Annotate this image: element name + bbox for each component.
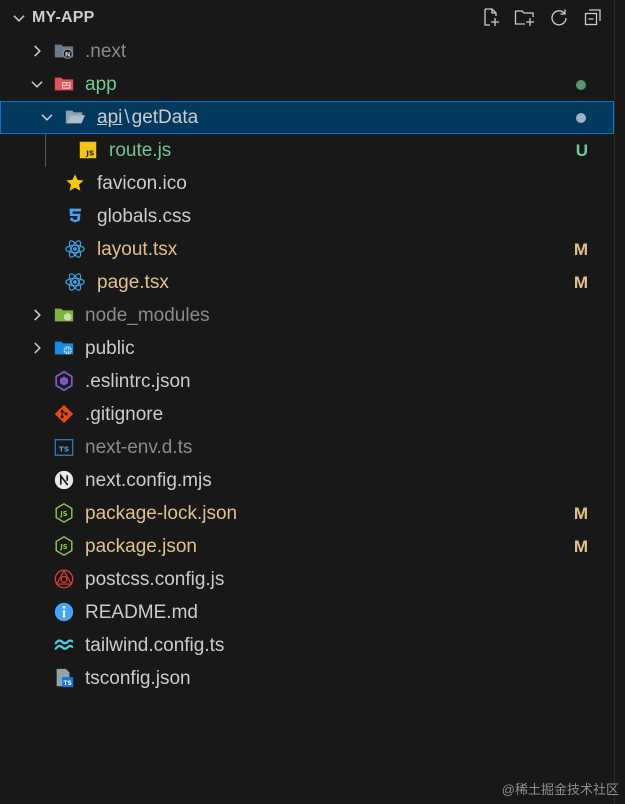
tree-item-label: globals.css — [97, 206, 191, 227]
tree-item-app-folder[interactable]: app — [0, 68, 614, 101]
react-icon — [65, 273, 85, 291]
git-badge-modified: M — [573, 240, 588, 259]
git-badge-modified: M — [573, 273, 588, 292]
git-icon — [54, 404, 74, 424]
svg-text:JS: JS — [85, 149, 94, 158]
react-icon — [65, 240, 85, 258]
js-icon: JS — [79, 141, 97, 159]
typescript-def-icon: TS — [54, 439, 74, 456]
git-status-dot — [576, 80, 586, 90]
tree-item-label: package.json — [85, 536, 197, 557]
refresh-icon[interactable] — [548, 6, 570, 28]
css-icon — [69, 208, 82, 223]
panel-border — [614, 0, 615, 804]
git-badge-modified: M — [573, 537, 588, 556]
svg-text:TS: TS — [59, 445, 69, 454]
tsconfig-icon: TS — [56, 668, 74, 688]
svg-text:N: N — [65, 51, 70, 59]
postcss-icon — [54, 569, 74, 589]
chevron-down-icon[interactable] — [28, 75, 46, 93]
path-segment-getdata[interactable]: getData — [132, 107, 199, 128]
git-status-dot — [576, 113, 586, 123]
new-file-icon[interactable] — [480, 6, 502, 28]
tree-item-label: .next — [85, 41, 127, 62]
tree-item-label: README.md — [85, 602, 198, 623]
workspace-title: MY-APP — [32, 9, 95, 26]
tree-item-label: favicon.ico — [97, 173, 187, 194]
tree-item-label: app — [85, 74, 117, 95]
tree-item-postcss-config[interactable]: postcss.config.js — [0, 563, 614, 596]
tree-item-label: page.tsx — [97, 272, 169, 293]
public-folder-icon — [54, 341, 74, 355]
tree-item-label: .gitignore — [85, 404, 164, 425]
tree-item-tailwind-config[interactable]: tailwind.config.ts — [0, 629, 614, 662]
tree-item-label: public — [85, 338, 135, 359]
tree-item-readme[interactable]: README.md — [0, 596, 614, 629]
tree-item-public-folder[interactable]: public — [0, 332, 614, 365]
svg-text:TS: TS — [64, 680, 72, 687]
explorer-actions — [480, 6, 604, 28]
nodejs-icon: JS — [55, 502, 73, 524]
chevron-down-icon[interactable] — [10, 9, 28, 27]
svg-text:JS: JS — [59, 510, 68, 518]
chevron-right-icon[interactable] — [28, 339, 46, 357]
tree-item-next-folder[interactable]: N .next — [0, 35, 614, 68]
folder-open-icon — [65, 110, 86, 124]
path-segment-api[interactable]: api — [97, 107, 122, 128]
tree-item-label: tsconfig.json — [85, 668, 191, 689]
tree-item-eslintrc[interactable]: .eslintrc.json — [0, 365, 614, 398]
path-separator: \ — [124, 107, 130, 128]
tree-item-label: next-env.d.ts — [85, 437, 193, 458]
tree-item-node-modules-folder[interactable]: node_modules — [0, 299, 614, 332]
app-folder-icon — [54, 77, 74, 91]
info-icon — [54, 602, 74, 622]
svg-text:JS: JS — [59, 543, 68, 551]
tree-item-api-getdata-folder[interactable]: api \ getData — [0, 101, 614, 134]
eslint-icon — [55, 370, 73, 392]
tree-item-route-js[interactable]: JS route.js U — [0, 134, 614, 167]
tree-item-label: node_modules — [85, 305, 210, 326]
git-badge-modified: M — [573, 504, 588, 523]
tree-item-gitignore[interactable]: .gitignore — [0, 398, 614, 431]
git-badge-untracked: U — [575, 141, 588, 160]
nodejs-icon: JS — [55, 535, 73, 557]
collapse-all-icon[interactable] — [582, 6, 604, 28]
tree-item-label: postcss.config.js — [85, 569, 225, 590]
chevron-down-icon[interactable] — [38, 108, 56, 126]
new-folder-icon[interactable] — [514, 6, 536, 28]
star-icon — [66, 174, 84, 191]
tree-item-next-config[interactable]: next.config.mjs — [0, 464, 614, 497]
tree-item-next-env-dts[interactable]: TS next-env.d.ts — [0, 431, 614, 464]
tailwind-icon — [54, 639, 74, 650]
tree-item-favicon[interactable]: favicon.ico — [0, 167, 614, 200]
tree-item-label: route.js — [109, 140, 172, 161]
tree-item-layout-tsx[interactable]: layout.tsx M — [0, 233, 614, 266]
tree-item-label: .eslintrc.json — [85, 371, 191, 392]
file-explorer: MY-APP N .next app api \ getData JS rout… — [0, 0, 614, 804]
tree-item-globals-css[interactable]: globals.css — [0, 200, 614, 233]
tree-item-tsconfig[interactable]: TS tsconfig.json — [0, 662, 614, 695]
chevron-right-icon[interactable] — [28, 306, 46, 324]
tree-item-label: package-lock.json — [85, 503, 238, 524]
watermark-text: @稀土掘金技术社区 — [501, 782, 619, 797]
explorer-header[interactable]: MY-APP — [0, 0, 614, 36]
tree-item-page-tsx[interactable]: page.tsx M — [0, 266, 614, 299]
nextjs-icon — [54, 470, 74, 490]
tree-item-label: tailwind.config.ts — [85, 635, 225, 656]
tree-item-label: api \ getData — [97, 107, 198, 128]
tree-item-package-lock[interactable]: JS package-lock.json M — [0, 497, 614, 530]
tree-item-label: next.config.mjs — [85, 470, 212, 491]
node-modules-folder-icon — [54, 308, 74, 322]
tree-item-package-json[interactable]: JS package.json M — [0, 530, 614, 563]
next-folder-icon: N — [54, 44, 74, 59]
chevron-right-icon[interactable] — [28, 42, 46, 60]
tree-item-label: layout.tsx — [97, 239, 178, 260]
